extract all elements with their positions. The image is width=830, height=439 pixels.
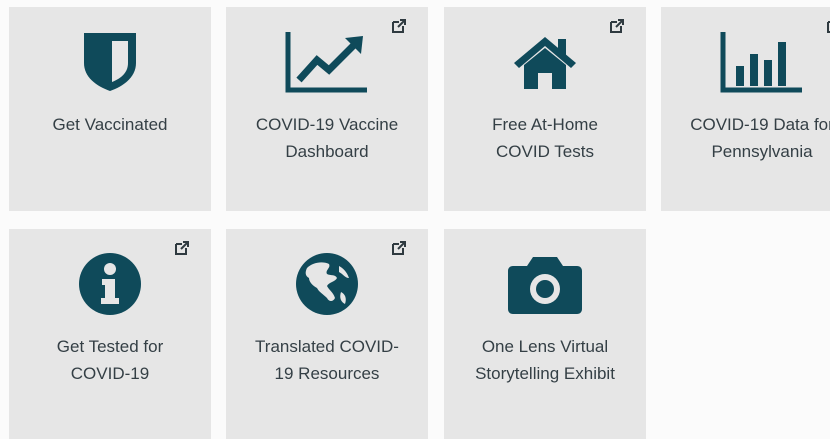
tile-label: Translated COVID- 19 Resources (255, 337, 399, 383)
tile-get-tested[interactable]: Get Tested for COVID-19 (9, 229, 211, 439)
tile-label: Get Tested for COVID-19 (56, 337, 164, 383)
tile-label: Get Vaccinated (52, 115, 168, 134)
tile-get-vaccinated[interactable]: Get Vaccinated (9, 7, 211, 211)
home-icon (444, 29, 646, 95)
tile-free-tests[interactable]: Free At-Home COVID Tests (444, 7, 646, 211)
camera-icon (444, 251, 646, 317)
bar-chart-icon (661, 29, 830, 95)
tile-label: COVID-19 Vaccine Dashboard (255, 115, 399, 161)
globe-icon (226, 251, 428, 317)
tile-translated-resources[interactable]: Translated COVID- 19 Resources (226, 229, 428, 439)
tile-one-lens-exhibit[interactable]: One Lens Virtual Storytelling Exhibit (444, 229, 646, 439)
tile-covid-data[interactable]: COVID-19 Data for Pennsylvania (661, 7, 830, 211)
shield-icon (9, 29, 211, 95)
trending-up-chart-icon (226, 29, 428, 95)
tile-label: One Lens Virtual Storytelling Exhibit (475, 337, 615, 383)
tile-label: Free At-Home COVID Tests (492, 115, 598, 161)
tile-label: COVID-19 Data for Pennsylvania (690, 115, 830, 161)
tile-vaccine-dashboard[interactable]: COVID-19 Vaccine Dashboard (226, 7, 428, 211)
info-circle-icon (9, 251, 211, 317)
